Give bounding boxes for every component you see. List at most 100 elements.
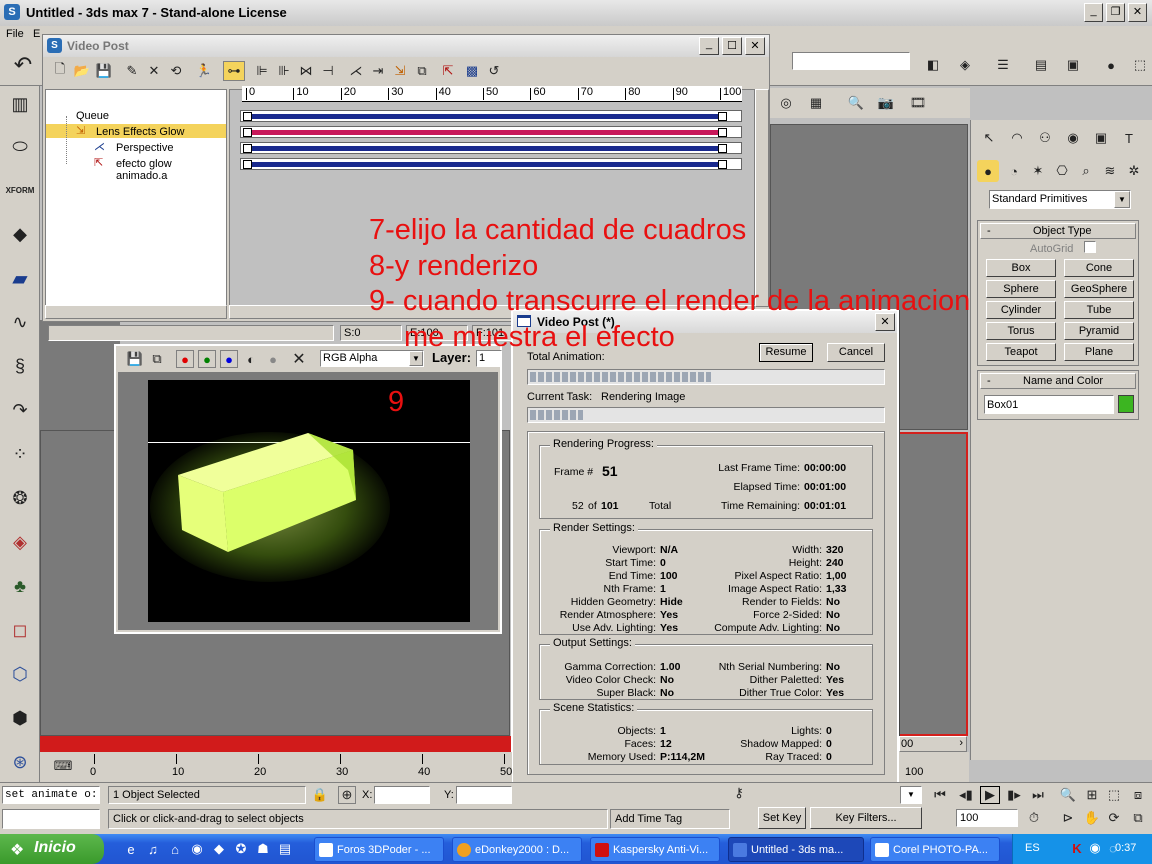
- key-filters-button[interactable]: Key Filters...: [810, 807, 922, 829]
- maxscript-output[interactable]: [2, 809, 100, 829]
- torus-button[interactable]: Torus: [986, 322, 1056, 340]
- motion-tab-icon[interactable]: ◉: [1061, 126, 1085, 150]
- add-scene-event-icon[interactable]: ⋌: [347, 61, 365, 81]
- pan-icon[interactable]: ✋: [1082, 809, 1102, 827]
- absolute-mode-icon[interactable]: ⊕: [338, 786, 356, 804]
- align-right-icon[interactable]: ⊪: [275, 61, 293, 81]
- particles-icon[interactable]: ❂: [6, 484, 34, 512]
- queue-item-output[interactable]: efecto glow animado.a: [116, 158, 226, 182]
- chevron-down-icon[interactable]: ▼: [1114, 191, 1130, 208]
- shapes-icon[interactable]: ◔: [1003, 160, 1025, 182]
- add-external-event-icon[interactable]: ▩: [463, 61, 481, 81]
- red-channel-icon[interactable]: ●: [176, 350, 194, 368]
- track-perspective[interactable]: [240, 142, 742, 154]
- modify-tab-icon[interactable]: ◠: [1005, 126, 1029, 150]
- layer-manager-icon[interactable]: ☰: [990, 52, 1016, 78]
- spline-icon[interactable]: ∿: [6, 308, 34, 336]
- create-panel-icon[interactable]: ▥: [6, 90, 34, 118]
- key-mode-dropdown[interactable]: ▼: [900, 786, 922, 804]
- display-tab-icon[interactable]: ▣: [1089, 126, 1113, 150]
- new-sequence-icon[interactable]: 🗋: [51, 61, 69, 81]
- menu-edit[interactable]: E: [33, 28, 40, 40]
- layers-icon[interactable]: ◆: [6, 220, 34, 248]
- queue-hscroll[interactable]: [45, 305, 227, 319]
- helpers-icon[interactable]: ⌕: [1075, 160, 1097, 182]
- quicklaunch-icon-7[interactable]: ☗: [254, 840, 272, 858]
- render-scene-icon[interactable]: ⬚: [1130, 52, 1150, 78]
- monochrome-icon[interactable]: ●: [264, 350, 282, 368]
- tube-button[interactable]: Tube: [1064, 301, 1134, 319]
- taskbar-item-corel[interactable]: Corel PHOTO-PA...: [870, 837, 1000, 862]
- media-icon[interactable]: ♫: [144, 840, 162, 858]
- arc-rotate-icon[interactable]: ⟳: [1104, 809, 1124, 827]
- name-color-header[interactable]: - Name and Color: [980, 373, 1136, 389]
- set-key-button[interactable]: Set Key: [758, 807, 806, 829]
- alpha-channel-icon[interactable]: ◐: [242, 350, 260, 368]
- field-of-view-icon[interactable]: ⊳: [1058, 809, 1078, 827]
- make-same-size-icon[interactable]: ⋈: [297, 61, 315, 81]
- maxscript-listener[interactable]: set animate o:: [2, 786, 100, 804]
- object-name-field[interactable]: [984, 395, 1114, 414]
- tray-icon-2[interactable]: ◉: [1087, 840, 1103, 856]
- xform-icon[interactable]: XFORM: [6, 176, 35, 204]
- geosphere-button[interactable]: GeoSphere: [1064, 280, 1134, 298]
- vp-maximize-button[interactable]: ☐: [722, 37, 742, 55]
- box-blue-icon[interactable]: ⬡: [6, 660, 34, 688]
- undo-icon[interactable]: ↶: [8, 50, 38, 80]
- prev-frame-icon[interactable]: ◂▮: [956, 786, 976, 804]
- time-slider-right[interactable]: 00 ›: [899, 736, 967, 752]
- x-field[interactable]: [374, 786, 430, 804]
- plane-icon[interactable]: ▰: [6, 264, 34, 292]
- clear-icon[interactable]: ✕: [290, 350, 308, 368]
- zoom-extents-icon[interactable]: ⬚: [1104, 786, 1124, 804]
- current-frame-field[interactable]: 100: [956, 809, 1018, 827]
- box-button[interactable]: Box: [986, 259, 1056, 277]
- key-icon[interactable]: ⚷: [728, 783, 750, 803]
- track-output[interactable]: [240, 158, 742, 170]
- taskbar-item-3dsmax[interactable]: Untitled - 3ds ma...: [728, 837, 864, 862]
- goto-start-icon[interactable]: ⏮: [930, 786, 950, 804]
- abut-selected-icon[interactable]: ⊣: [319, 61, 337, 81]
- zoom-region-icon[interactable]: 🔍: [844, 90, 868, 116]
- queue-root[interactable]: Queue: [76, 110, 109, 122]
- quicklaunch-icon-5[interactable]: ◆: [210, 840, 228, 858]
- cylinder-button[interactable]: Cylinder: [986, 301, 1056, 319]
- language-indicator[interactable]: ES: [1025, 842, 1040, 854]
- cameras-icon[interactable]: ⎔: [1051, 160, 1073, 182]
- time-config-icon[interactable]: ⏱: [1024, 809, 1044, 827]
- quicklaunch-icon-4[interactable]: ◉: [188, 840, 206, 858]
- taskbar-item-foros[interactable]: Foros 3DPoder - ...: [314, 837, 444, 862]
- taskbar-item-kaspersky[interactable]: Kaspersky Anti-Vi...: [590, 837, 720, 862]
- blue-channel-icon[interactable]: ●: [220, 350, 238, 368]
- track-lens-effects[interactable]: [240, 126, 742, 138]
- lights-icon[interactable]: ✶: [1027, 160, 1049, 182]
- swap-events-icon[interactable]: ⟲: [167, 61, 185, 81]
- schematic-view-icon[interactable]: ▣: [1060, 52, 1086, 78]
- box-grey-icon[interactable]: ⬢: [6, 704, 34, 732]
- bend-icon[interactable]: ↷: [6, 396, 34, 424]
- queue-item-perspective[interactable]: Perspective: [116, 142, 173, 154]
- queue-item-lens-effects[interactable]: Lens Effects Glow: [96, 126, 184, 138]
- add-image-input-icon[interactable]: ⇥: [369, 61, 387, 81]
- edit-range-bar-icon[interactable]: ⊶: [223, 61, 245, 81]
- clone-icon[interactable]: ⧉: [148, 350, 166, 368]
- menu-file[interactable]: File: [6, 28, 24, 40]
- y-field[interactable]: [456, 786, 512, 804]
- sphere-shape-icon[interactable]: ⬭: [6, 132, 34, 160]
- create-tab-icon[interactable]: ↖: [977, 126, 1001, 150]
- save-sequence-icon[interactable]: 💾: [95, 61, 113, 81]
- align-left-icon[interactable]: ⊫: [253, 61, 271, 81]
- material-editor-icon[interactable]: ●: [1098, 52, 1124, 78]
- add-time-tag[interactable]: Add Time Tag: [610, 809, 730, 829]
- utilities-tab-icon[interactable]: T: [1117, 126, 1141, 150]
- kaspersky-tray-icon[interactable]: K: [1069, 840, 1085, 856]
- tree-icon[interactable]: ♣: [6, 572, 34, 600]
- autogrid-checkbox[interactable]: [1084, 241, 1096, 253]
- cone-button[interactable]: Cone: [1064, 259, 1134, 277]
- explorer-icon[interactable]: ⌂: [166, 840, 184, 858]
- ie-icon[interactable]: e: [122, 840, 140, 858]
- camera-icon[interactable]: 📷: [874, 90, 898, 116]
- green-channel-icon[interactable]: ●: [198, 350, 216, 368]
- add-image-layer-icon[interactable]: ⧉: [413, 61, 431, 81]
- vertex-icon[interactable]: ⁘: [6, 440, 34, 468]
